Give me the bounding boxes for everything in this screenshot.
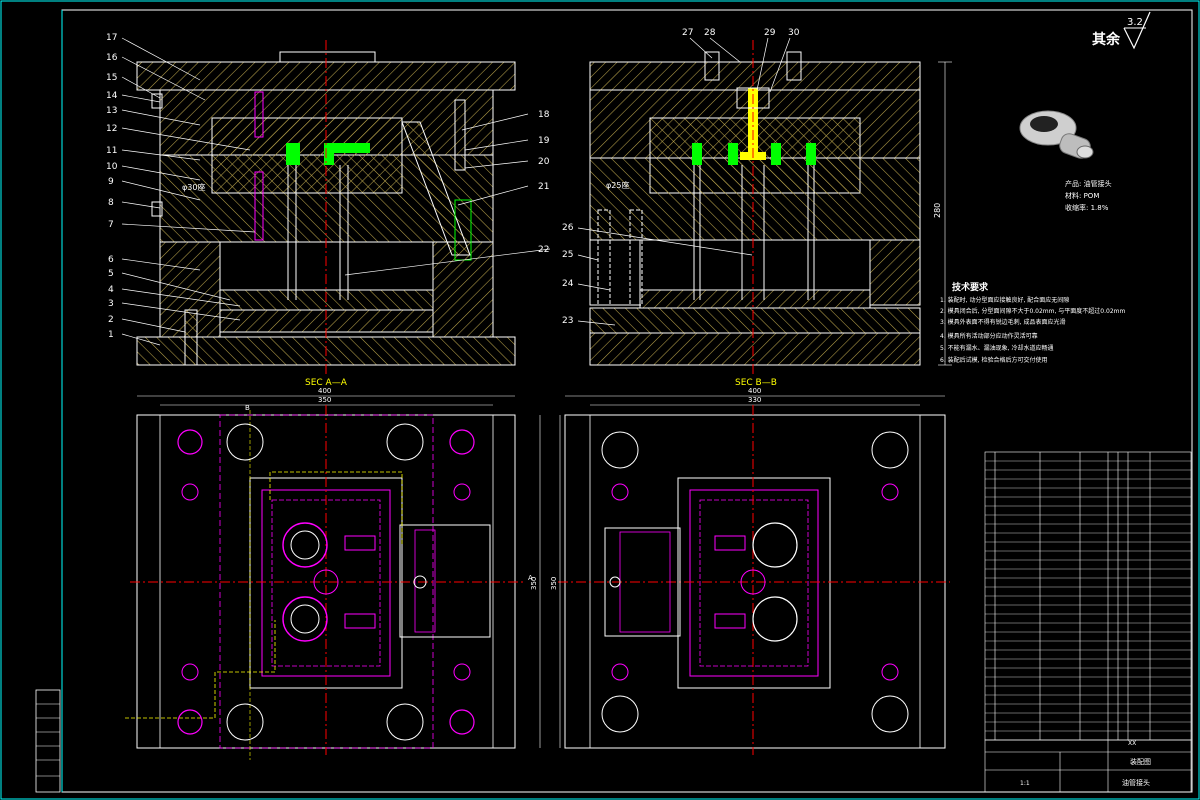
part-number: 15 [106, 73, 117, 83]
tech-req-item: 2. 模具闭合后, 分型面间隙不大于0.02mm, 与平面度不超过0.02mm [940, 307, 1126, 315]
part-number: 10 [106, 162, 118, 172]
product-sketch [1019, 110, 1094, 159]
plan-view-left: 400 350 B A 350 [125, 387, 541, 760]
part-number: 30 [788, 28, 800, 38]
part-number: 23 [562, 316, 573, 326]
tech-req-item: 1. 装配时, 动分型面应接触良好, 配合面应无间隙 [940, 296, 1069, 304]
scale-label: 1:1 [1020, 780, 1030, 787]
bom-rows [985, 460, 1191, 732]
product-name: 油管接头 [1122, 778, 1150, 787]
part-number: 16 [106, 53, 118, 63]
dim-side-left: 350 [530, 577, 538, 590]
binding-strip [35, 689, 61, 793]
roughness-value: 3.2 [1127, 17, 1143, 28]
tech-req-item: 5. 不能有漏水、漏油现象, 冷却水道应畅通 [940, 344, 1053, 352]
part-number: 28 [704, 28, 716, 38]
part-number: 4 [108, 285, 114, 295]
part-number: 6 [108, 255, 114, 265]
part-number: 9 [108, 177, 114, 187]
part-number: 19 [538, 136, 550, 146]
tech-req-item: 6. 装配后试模, 检验合格后方可交付使用 [940, 356, 1047, 364]
section-marker-b: B [245, 404, 250, 412]
dim-400-left: 400 [318, 387, 331, 395]
dim-400-right: 400 [748, 387, 761, 395]
part-number: 2 [108, 315, 114, 325]
plan-view-right: 400 330 350 [550, 387, 950, 755]
roughness-note: 其余 [1092, 31, 1121, 48]
tech-req-title: 技术要求 [952, 281, 989, 293]
dim-350-right: 330 [748, 396, 761, 404]
part-number: 7 [108, 220, 114, 230]
part-number: 17 [106, 33, 117, 43]
drawing-name: 装配图 [1130, 757, 1151, 766]
part-number: 20 [538, 157, 550, 167]
product-info-line: 产品: 油管接头 [1065, 179, 1112, 188]
part-number: 26 [562, 223, 574, 233]
tech-req-item: 3. 模具外表面不得有锐边毛刺, 成品表面应光滑 [940, 318, 1065, 326]
part-number: 8 [108, 198, 114, 208]
part-number: 29 [764, 28, 776, 38]
dim-350-left: 350 [318, 396, 331, 404]
cad-drawing-canvas: 其余 3.2 φ30座 17 16 15 14 13 12 11 10 9 8 … [0, 0, 1200, 800]
dim-side-right: 350 [550, 577, 558, 590]
product-info-line: 收缩率: 1.8% [1065, 203, 1109, 212]
part-number: 14 [106, 91, 118, 101]
part-number: 11 [106, 146, 117, 156]
technical-requirements: 技术要求 1. 装配时, 动分型面应接触良好, 配合面应无间隙 2. 模具闭合后… [940, 281, 1126, 364]
tech-req-item: 4. 模具所有活动部分应动作灵活可靠 [940, 332, 1038, 340]
part-number: 27 [682, 28, 693, 38]
part-number: 18 [538, 110, 550, 120]
part-number: 12 [106, 124, 117, 134]
part-number: 25 [562, 250, 573, 260]
callout-d30: φ30座 [182, 182, 205, 192]
callout-d25: φ25座 [606, 180, 629, 190]
part-number: 21 [538, 182, 549, 192]
product-info: 产品: 油管接头 材料: POM 收缩率: 1.8% [1065, 179, 1112, 212]
title-block [984, 739, 1192, 793]
part-number: 3 [108, 299, 114, 309]
part-number: 13 [106, 106, 117, 116]
part-number: 22 [538, 245, 549, 255]
part-number: 24 [562, 279, 574, 289]
part-number: 5 [108, 269, 114, 279]
dim-height-right: 280 [933, 203, 942, 218]
product-info-line: 材料: POM [1065, 191, 1099, 200]
section-aa-view: φ30座 [136, 40, 516, 375]
roughness-symbol: 其余 3.2 [1092, 11, 1151, 50]
title-mark: XX [1128, 740, 1136, 747]
part-number: 1 [108, 330, 114, 340]
